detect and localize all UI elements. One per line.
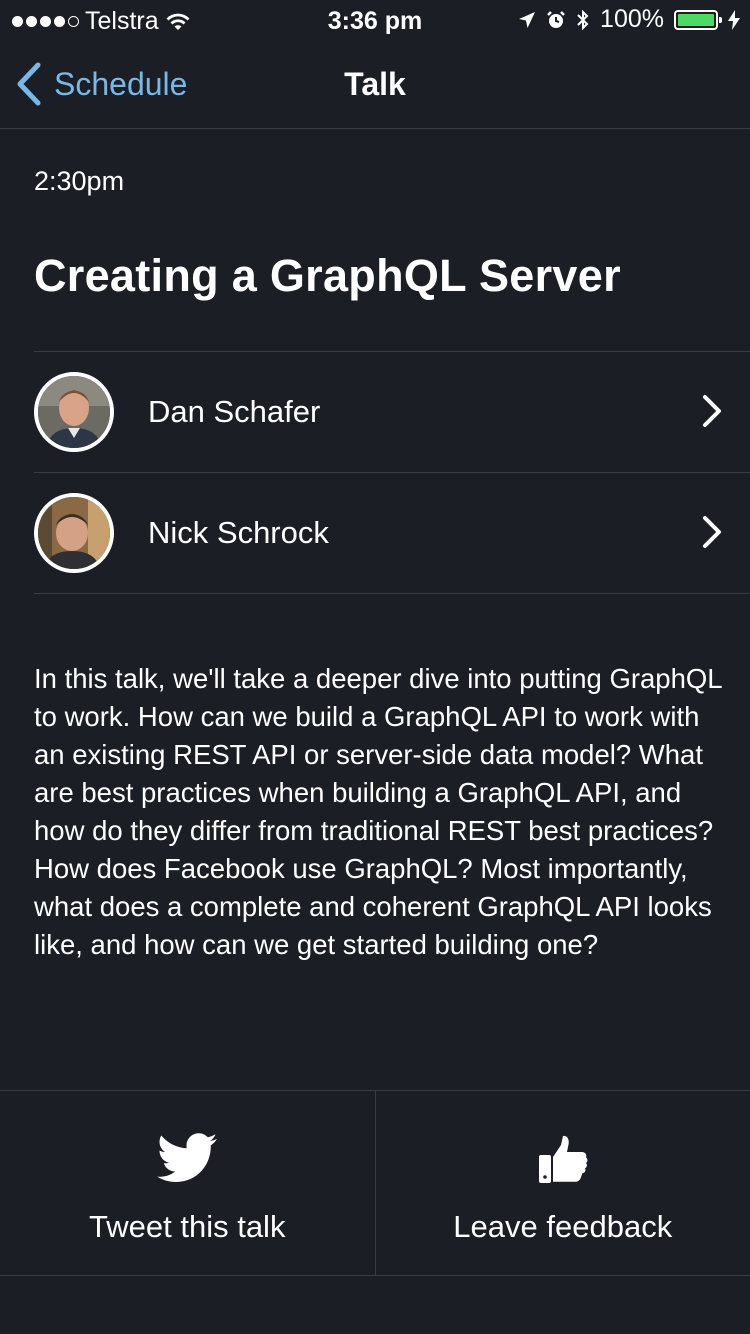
avatar (34, 372, 114, 452)
talk-title: Creating a GraphQL Server (34, 250, 621, 301)
talk-time: 2:30pm (34, 166, 125, 196)
location-arrow-icon (519, 11, 536, 28)
speaker-row-dan-schafer[interactable]: Dan Schafer (34, 352, 750, 473)
tweet-talk-button[interactable]: Tweet this talk (0, 1091, 375, 1275)
status-right: 100% (518, 5, 740, 34)
tweet-talk-label: Tweet this talk (89, 1209, 286, 1244)
nav-bar: Schedule Talk (0, 40, 750, 129)
alarm-icon (547, 10, 565, 28)
thumbs-up-icon (538, 1135, 588, 1183)
avatar (34, 493, 114, 573)
speaker-name: Dan Schafer (148, 394, 321, 429)
speaker-name: Nick Schrock (148, 515, 329, 550)
leave-feedback-label: Leave feedback (453, 1209, 673, 1244)
speaker-row-nick-schrock[interactable]: Nick Schrock (34, 473, 750, 594)
action-bar: Tweet this talk Leave feedback (0, 1090, 750, 1276)
chevron-right-icon (703, 516, 721, 548)
chevron-right-icon (703, 395, 721, 427)
battery-level-fill (678, 13, 714, 26)
status-bar: Telstra 3:36 pm 100% (0, 0, 750, 40)
bluetooth-icon (577, 9, 589, 30)
twitter-bird-icon (157, 1133, 218, 1182)
leave-feedback-button[interactable]: Leave feedback (374, 1091, 750, 1275)
charging-bolt-icon (728, 9, 740, 30)
battery-icon (674, 9, 722, 30)
page-title: Talk (344, 66, 406, 102)
talk-description: In this talk, we'll take a deeper dive i… (34, 663, 722, 960)
speaker-list: Dan Schafer Nick Schrock (34, 351, 750, 594)
battery-percent: 100% (600, 5, 664, 33)
